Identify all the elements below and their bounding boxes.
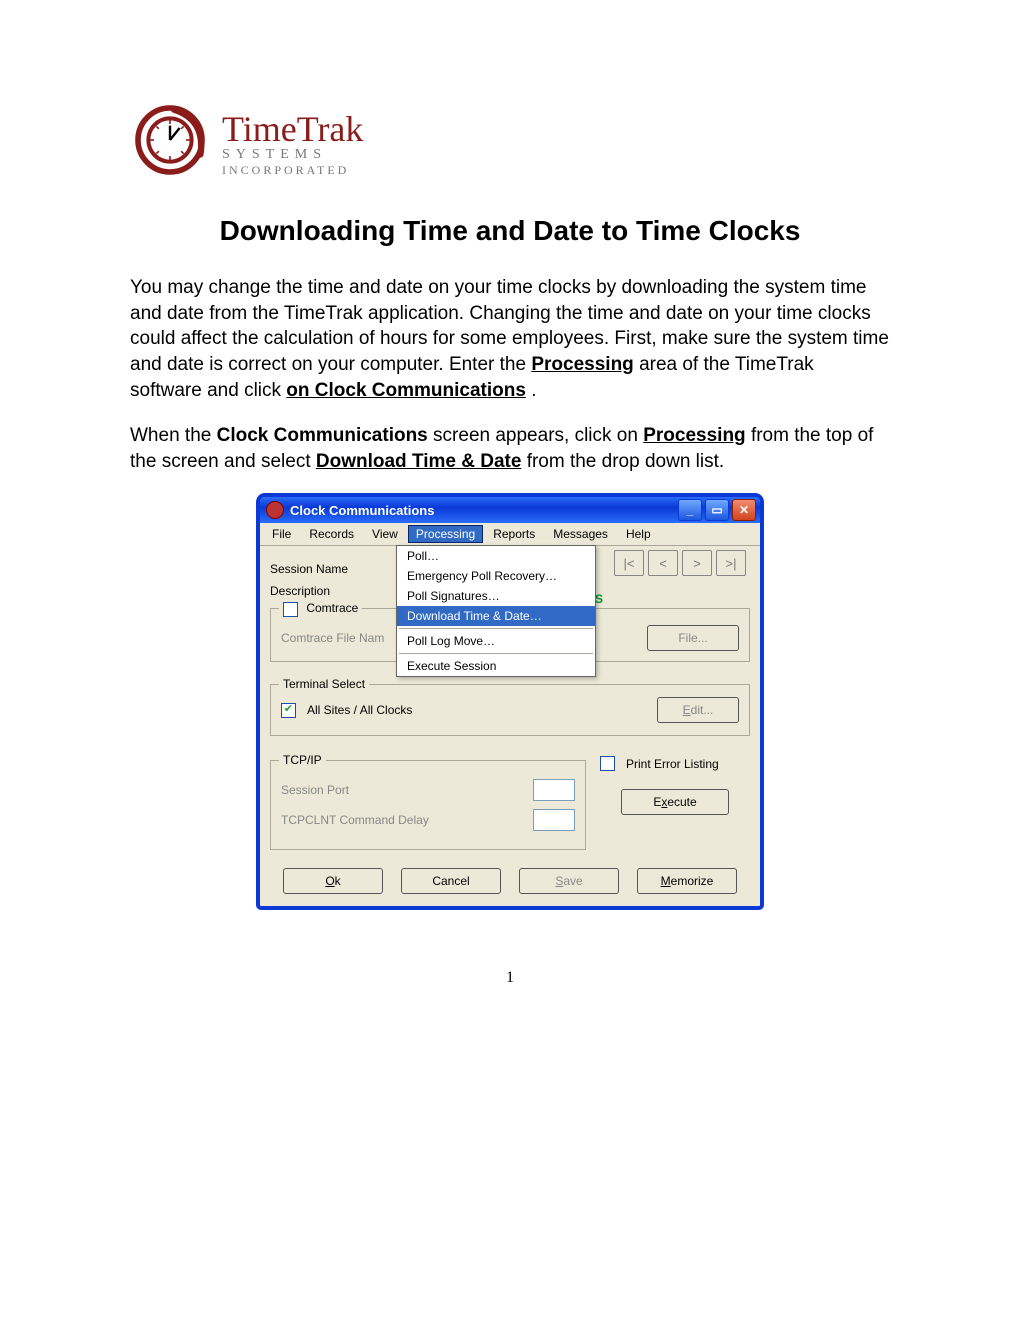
tcpip-title: TCP/IP [279, 753, 326, 767]
all-sites-label: All Sites / All Clocks [307, 703, 412, 717]
terminal-select-group: Terminal Select All Sites / All Clocks E… [270, 684, 750, 736]
page-number: 1 [130, 969, 890, 987]
logo-row: TimeTrak SYSTEMS INCORPORATED [130, 100, 890, 185]
close-button[interactable]: ✕ [732, 499, 756, 521]
all-sites-checkbox[interactable] [281, 703, 296, 718]
dd-poll[interactable]: Poll… [397, 546, 595, 566]
maximize-button[interactable]: ▭ [705, 499, 729, 521]
brand-block: TimeTrak SYSTEMS INCORPORATED [222, 113, 363, 178]
menu-processing[interactable]: Processing [408, 525, 483, 543]
dd-signatures[interactable]: Poll Signatures… [397, 586, 595, 606]
comtrace-file-label: Comtrace File Nam [281, 631, 399, 645]
tcpip-group: TCP/IP Session Port TCPCLNT Command Dela… [270, 760, 586, 850]
nav-last-button[interactable]: >| [716, 550, 746, 576]
memorize-button[interactable]: Memorize [637, 868, 737, 894]
dd-poll-log-move[interactable]: Poll Log Move… [397, 631, 595, 651]
menu-messages[interactable]: Messages [545, 525, 616, 543]
processing-dropdown: Poll… Emergency Poll Recovery… Poll Sign… [396, 545, 596, 677]
comtrace-label: Comtrace [306, 601, 358, 615]
paragraph-2: When the Clock Communications screen app… [130, 423, 890, 474]
nav-first-button[interactable]: |< [614, 550, 644, 576]
description-label: Description [270, 584, 388, 598]
session-port-label: Session Port [281, 783, 349, 797]
clock-comm-window: Clock Communications _ ▭ ✕ File Records … [257, 494, 763, 909]
menu-records[interactable]: Records [301, 525, 362, 543]
page-title: Downloading Time and Date to Time Clocks [130, 215, 890, 247]
p1-clock-comm: on Clock Communications [286, 380, 526, 401]
terminal-select-title: Terminal Select [279, 677, 369, 691]
nav-prev-button[interactable]: < [648, 550, 678, 576]
cancel-button[interactable]: Cancel [401, 868, 501, 894]
clock-logo-icon [130, 100, 210, 185]
paragraph-1: You may change the time and date on your… [130, 275, 890, 403]
tcp-delay-label: TCPCLNT Command Delay [281, 813, 429, 827]
dd-sep2 [399, 653, 593, 654]
menu-view[interactable]: View [364, 525, 406, 543]
print-error-checkbox[interactable] [600, 756, 615, 771]
dd-sep [399, 628, 593, 629]
p2-download-td: Download Time & Date [316, 451, 522, 472]
p2-t2: screen appears, click on [433, 425, 643, 446]
menubar: File Records View Processing Reports Mes… [260, 523, 760, 546]
execute-button[interactable]: Execute [621, 789, 729, 815]
brand-sub1: SYSTEMS [222, 147, 363, 163]
brand-name: TimeTrak [222, 113, 363, 145]
menu-file[interactable]: File [264, 525, 299, 543]
app-icon [266, 501, 284, 519]
p2-processing: Processing [643, 425, 745, 446]
session-port-input[interactable] [533, 779, 575, 801]
window-title: Clock Communications [290, 503, 434, 518]
menu-reports[interactable]: Reports [485, 525, 543, 543]
tcp-delay-input[interactable] [533, 809, 575, 831]
minimize-button[interactable]: _ [678, 499, 702, 521]
brand-sub2: INCORPORATED [222, 163, 363, 178]
nav-next-button[interactable]: > [682, 550, 712, 576]
edit-button[interactable]: Edit... [657, 697, 739, 723]
window-titlebar[interactable]: Clock Communications _ ▭ ✕ [260, 497, 760, 523]
file-button[interactable]: File... [647, 625, 739, 651]
p2-clock-comm: Clock Communications [217, 425, 428, 446]
comtrace-checkbox[interactable] [283, 602, 298, 617]
p2-t1: When the [130, 425, 217, 446]
print-error-label: Print Error Listing [626, 757, 719, 771]
menu-help[interactable]: Help [618, 525, 659, 543]
dd-execute-session[interactable]: Execute Session [397, 656, 595, 676]
dd-emergency[interactable]: Emergency Poll Recovery… [397, 566, 595, 586]
stray-s: S [595, 592, 603, 606]
dd-download-time-date[interactable]: Download Time & Date… [397, 606, 595, 626]
ok-button[interactable]: Ok [283, 868, 383, 894]
p1-processing: Processing [531, 354, 633, 375]
session-name-label: Session Name [270, 562, 388, 576]
p1-t3: . [531, 380, 536, 401]
p2-t4: from the drop down list. [527, 451, 724, 472]
edit-button-rest: dit... [691, 703, 714, 717]
save-button[interactable]: Save [519, 868, 619, 894]
